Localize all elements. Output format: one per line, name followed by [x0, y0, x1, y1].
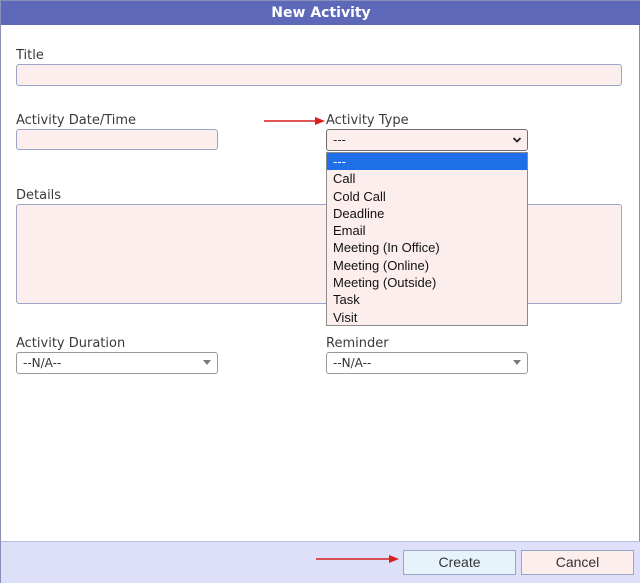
reminder-value: --N/A--	[333, 356, 372, 370]
caret-down-icon	[513, 360, 521, 365]
details-textarea[interactable]	[16, 204, 622, 304]
new-activity-dialog: New Activity Title Activity Date/Time Ac…	[0, 0, 640, 583]
caret-down-icon	[203, 360, 211, 365]
details-label: Details	[16, 188, 62, 203]
activity-type-dropdown: --- Call Cold Call Deadline Email Meetin…	[326, 152, 528, 326]
activity-duration-value: --N/A--	[23, 356, 62, 370]
dropdown-option[interactable]: Email	[327, 222, 527, 239]
activity-duration-label: Activity Duration	[16, 336, 126, 351]
cancel-button[interactable]: Cancel	[521, 550, 634, 575]
activity-type-select[interactable]: ---	[326, 129, 528, 151]
dropdown-option[interactable]: Task	[327, 291, 527, 308]
activity-date-time-input[interactable]	[16, 129, 218, 150]
create-button[interactable]: Create	[403, 550, 516, 575]
dropdown-option[interactable]: ---	[327, 153, 527, 171]
activity-type-label: Activity Type	[326, 113, 409, 128]
dropdown-option[interactable]: Cold Call	[327, 188, 527, 205]
dropdown-option[interactable]: Meeting (Online)	[327, 257, 527, 274]
reminder-label: Reminder	[326, 336, 389, 351]
title-label: Title	[16, 48, 44, 63]
dropdown-option[interactable]: Meeting (In Office)	[327, 239, 527, 256]
dialog-title: New Activity	[1, 1, 640, 25]
arrow-right-icon	[316, 555, 399, 563]
title-input[interactable]	[16, 64, 622, 86]
arrow-right-icon	[264, 117, 325, 125]
dropdown-option[interactable]: Meeting (Outside)	[327, 274, 527, 291]
dropdown-option[interactable]: Call	[327, 170, 527, 187]
reminder-select[interactable]: --N/A--	[326, 352, 528, 374]
dropdown-option[interactable]: Visit	[327, 309, 527, 326]
dropdown-option[interactable]: Deadline	[327, 205, 527, 222]
activity-type-selected-value: ---	[333, 133, 346, 147]
activity-date-time-label: Activity Date/Time	[16, 113, 137, 128]
activity-duration-select[interactable]: --N/A--	[16, 352, 218, 374]
